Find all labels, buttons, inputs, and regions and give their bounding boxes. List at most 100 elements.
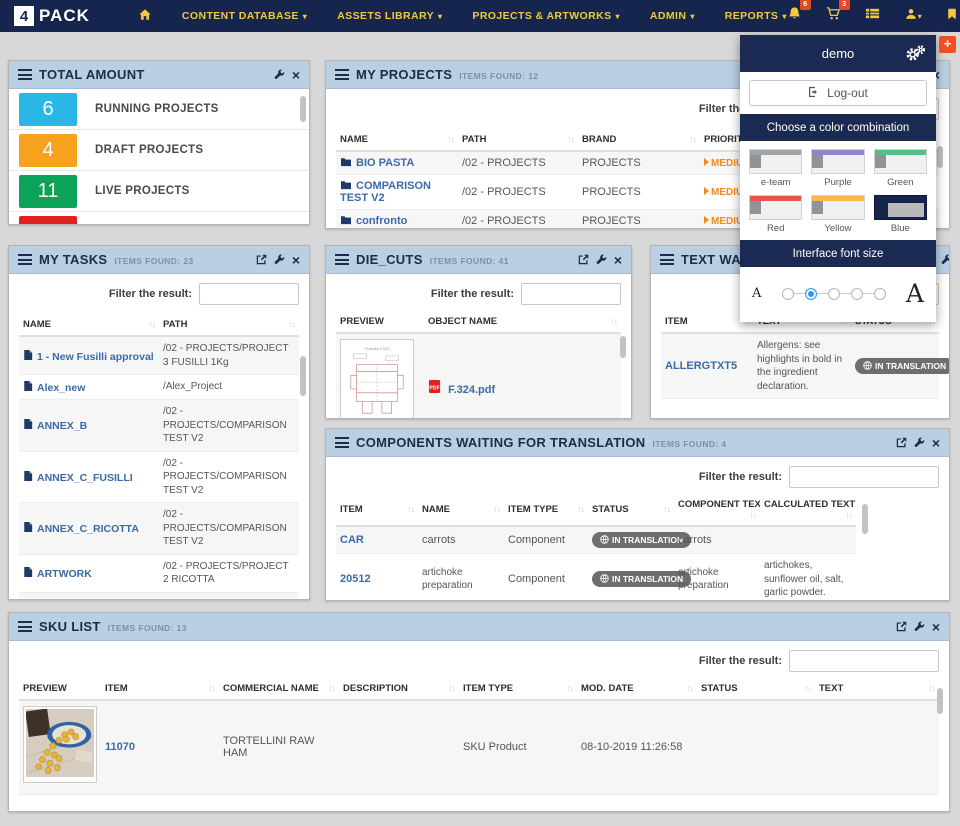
widget-my-tasks: MY TASKS ITEMS FOUND: 23 × Filter the re… bbox=[8, 245, 310, 600]
external-link-icon[interactable] bbox=[578, 254, 589, 265]
column-header-mod-date[interactable]: MOD. DATE↑↓ bbox=[577, 678, 697, 700]
close-icon[interactable]: × bbox=[932, 436, 940, 450]
nav-home[interactable] bbox=[138, 8, 152, 24]
die-cut-file-link[interactable]: F.324.pdf bbox=[448, 384, 495, 396]
wrench-icon[interactable] bbox=[274, 69, 285, 80]
font-size-option-1[interactable] bbox=[782, 288, 794, 300]
column-header-component-text[interactable]: COMPONENT TEXT↑↓ bbox=[674, 494, 760, 526]
column-header-preview[interactable]: PREVIEW bbox=[19, 678, 101, 700]
theme-swatch-yellow[interactable]: Yellow bbox=[811, 195, 864, 234]
sku-preview-image[interactable] bbox=[23, 706, 97, 783]
column-header-path[interactable]: PATH↑↓ bbox=[159, 314, 299, 336]
theme-swatch-green[interactable]: Green bbox=[874, 149, 927, 188]
component-link[interactable]: 20512 bbox=[340, 573, 371, 585]
task-link[interactable]: ARTWORK2 bbox=[37, 600, 98, 601]
project-link[interactable]: confronto bbox=[356, 215, 407, 227]
task-link[interactable]: 1 - New Fusilli approval bbox=[37, 351, 154, 363]
nav-assets-library[interactable]: ASSETS LIBRARY▾ bbox=[337, 10, 442, 22]
table-row: Alex_new/Alex_Project bbox=[19, 375, 299, 400]
column-header-item-type[interactable]: ITEM TYPE↑↓ bbox=[504, 494, 588, 526]
project-link[interactable]: COMPARISON TEST V2 bbox=[340, 180, 431, 204]
close-icon[interactable]: × bbox=[614, 253, 622, 267]
nav-projects-artworks[interactable]: PROJECTS & ARTWORKS▾ bbox=[472, 10, 619, 22]
drag-handle-icon[interactable] bbox=[335, 69, 349, 80]
item-link[interactable]: ALLERGTXT5 bbox=[665, 360, 737, 372]
task-link[interactable]: ARTWORK bbox=[37, 568, 92, 580]
theme-swatch-blue[interactable]: Blue bbox=[874, 195, 927, 234]
scrollbar[interactable] bbox=[937, 688, 943, 714]
column-header-preview[interactable]: PREVIEW bbox=[336, 311, 424, 333]
font-size-option-3[interactable] bbox=[828, 288, 840, 300]
bookmark-button[interactable] bbox=[946, 7, 958, 26]
close-icon[interactable]: × bbox=[292, 68, 300, 82]
external-link-icon[interactable] bbox=[256, 254, 267, 265]
column-header-text[interactable]: TEXT↑↓ bbox=[815, 678, 939, 700]
theme-swatch-e-team[interactable]: e-team bbox=[749, 149, 802, 188]
component-link[interactable]: CAR bbox=[340, 534, 364, 546]
font-size-option-4[interactable] bbox=[851, 288, 863, 300]
column-header-item[interactable]: ITEM↑↓ bbox=[101, 678, 219, 700]
drag-handle-icon[interactable] bbox=[335, 254, 349, 265]
cart-button[interactable]: 3 bbox=[826, 6, 841, 26]
task-link[interactable]: Alex_new bbox=[37, 382, 85, 394]
sku-list-table: PREVIEW ITEM↑↓ COMMERCIAL NAME↑↓ DESCRIP… bbox=[19, 678, 939, 795]
nav-admin[interactable]: ADMIN▾ bbox=[650, 10, 695, 22]
drag-handle-icon[interactable] bbox=[660, 254, 674, 265]
settings-gears-icon[interactable] bbox=[905, 45, 926, 65]
user-menu-button[interactable]: ▾ bbox=[904, 7, 922, 26]
column-header-item-type[interactable]: ITEM TYPE↑↓ bbox=[459, 678, 577, 700]
column-header-status[interactable]: STATUS↑↓ bbox=[588, 494, 674, 526]
scrollbar[interactable] bbox=[300, 356, 306, 396]
wrench-icon[interactable] bbox=[941, 254, 950, 265]
logout-button[interactable]: Log-out bbox=[749, 80, 927, 106]
wrench-icon[interactable] bbox=[596, 254, 607, 265]
font-size-option-2[interactable] bbox=[805, 288, 817, 300]
task-link[interactable]: ANNEX_B bbox=[37, 420, 87, 432]
theme-swatch-red[interactable]: Red bbox=[749, 195, 802, 234]
die-cut-preview[interactable]: Fustella F.324 « SENSO DI FIBRA » bbox=[340, 339, 414, 419]
filter-input[interactable] bbox=[199, 283, 299, 305]
external-link-icon[interactable] bbox=[896, 621, 907, 632]
scrollbar[interactable] bbox=[862, 504, 868, 534]
filter-input[interactable] bbox=[789, 650, 939, 672]
column-header-object-name[interactable]: OBJECT NAME↑↓ bbox=[424, 311, 621, 333]
column-header-calculated-text[interactable]: CALCULATED TEXT↑↓ bbox=[760, 494, 856, 526]
wrench-icon[interactable] bbox=[274, 254, 285, 265]
close-icon[interactable]: × bbox=[292, 253, 300, 267]
external-link-icon[interactable] bbox=[896, 437, 907, 448]
close-icon[interactable]: × bbox=[932, 620, 940, 634]
column-header-commercial-name[interactable]: COMMERCIAL NAME↑↓ bbox=[219, 678, 339, 700]
drag-handle-icon[interactable] bbox=[18, 69, 32, 80]
filter-input[interactable] bbox=[521, 283, 621, 305]
drag-handle-icon[interactable] bbox=[18, 254, 32, 265]
column-header-name[interactable]: NAME↑↓ bbox=[418, 494, 504, 526]
nav-reports[interactable]: REPORTS▾ bbox=[725, 10, 787, 22]
drag-handle-icon[interactable] bbox=[18, 621, 32, 632]
task-link[interactable]: ANNEX_C_FUSILLI bbox=[37, 472, 133, 484]
column-header-description[interactable]: DESCRIPTION↑↓ bbox=[339, 678, 459, 700]
task-link[interactable]: ANNEX_C_RICOTTA bbox=[37, 523, 139, 535]
column-header-status[interactable]: STATUS↑↓ bbox=[697, 678, 815, 700]
drag-handle-icon[interactable] bbox=[335, 437, 349, 448]
font-size-option-5[interactable] bbox=[874, 288, 886, 300]
column-header-path[interactable]: PATH↑↓ bbox=[458, 129, 578, 151]
app-logo[interactable]: 4 PACK bbox=[14, 6, 90, 26]
project-link[interactable]: BIO PASTA bbox=[356, 157, 414, 169]
wrench-icon[interactable] bbox=[914, 437, 925, 448]
scrollbar[interactable] bbox=[300, 96, 306, 122]
sort-icon: ↑↓ bbox=[567, 683, 574, 693]
notifications-button[interactable]: 6 bbox=[787, 6, 802, 26]
column-header-item[interactable]: ITEM↑↓ bbox=[336, 494, 418, 526]
filter-input[interactable] bbox=[789, 466, 939, 488]
scrollbar[interactable] bbox=[937, 146, 943, 168]
column-header-name[interactable]: NAME↑↓ bbox=[19, 314, 159, 336]
column-header-name[interactable]: NAME↑↓ bbox=[336, 129, 458, 151]
add-button[interactable]: + bbox=[939, 36, 956, 53]
nav-content-database[interactable]: CONTENT DATABASE▾ bbox=[182, 10, 307, 22]
sku-link[interactable]: 11070 bbox=[105, 741, 135, 753]
wrench-icon[interactable] bbox=[914, 621, 925, 632]
column-header-brand[interactable]: BRAND↑↓ bbox=[578, 129, 700, 151]
scrollbar[interactable] bbox=[620, 336, 626, 358]
theme-swatch-purple[interactable]: Purple bbox=[811, 149, 864, 188]
queue-button[interactable] bbox=[865, 6, 880, 26]
